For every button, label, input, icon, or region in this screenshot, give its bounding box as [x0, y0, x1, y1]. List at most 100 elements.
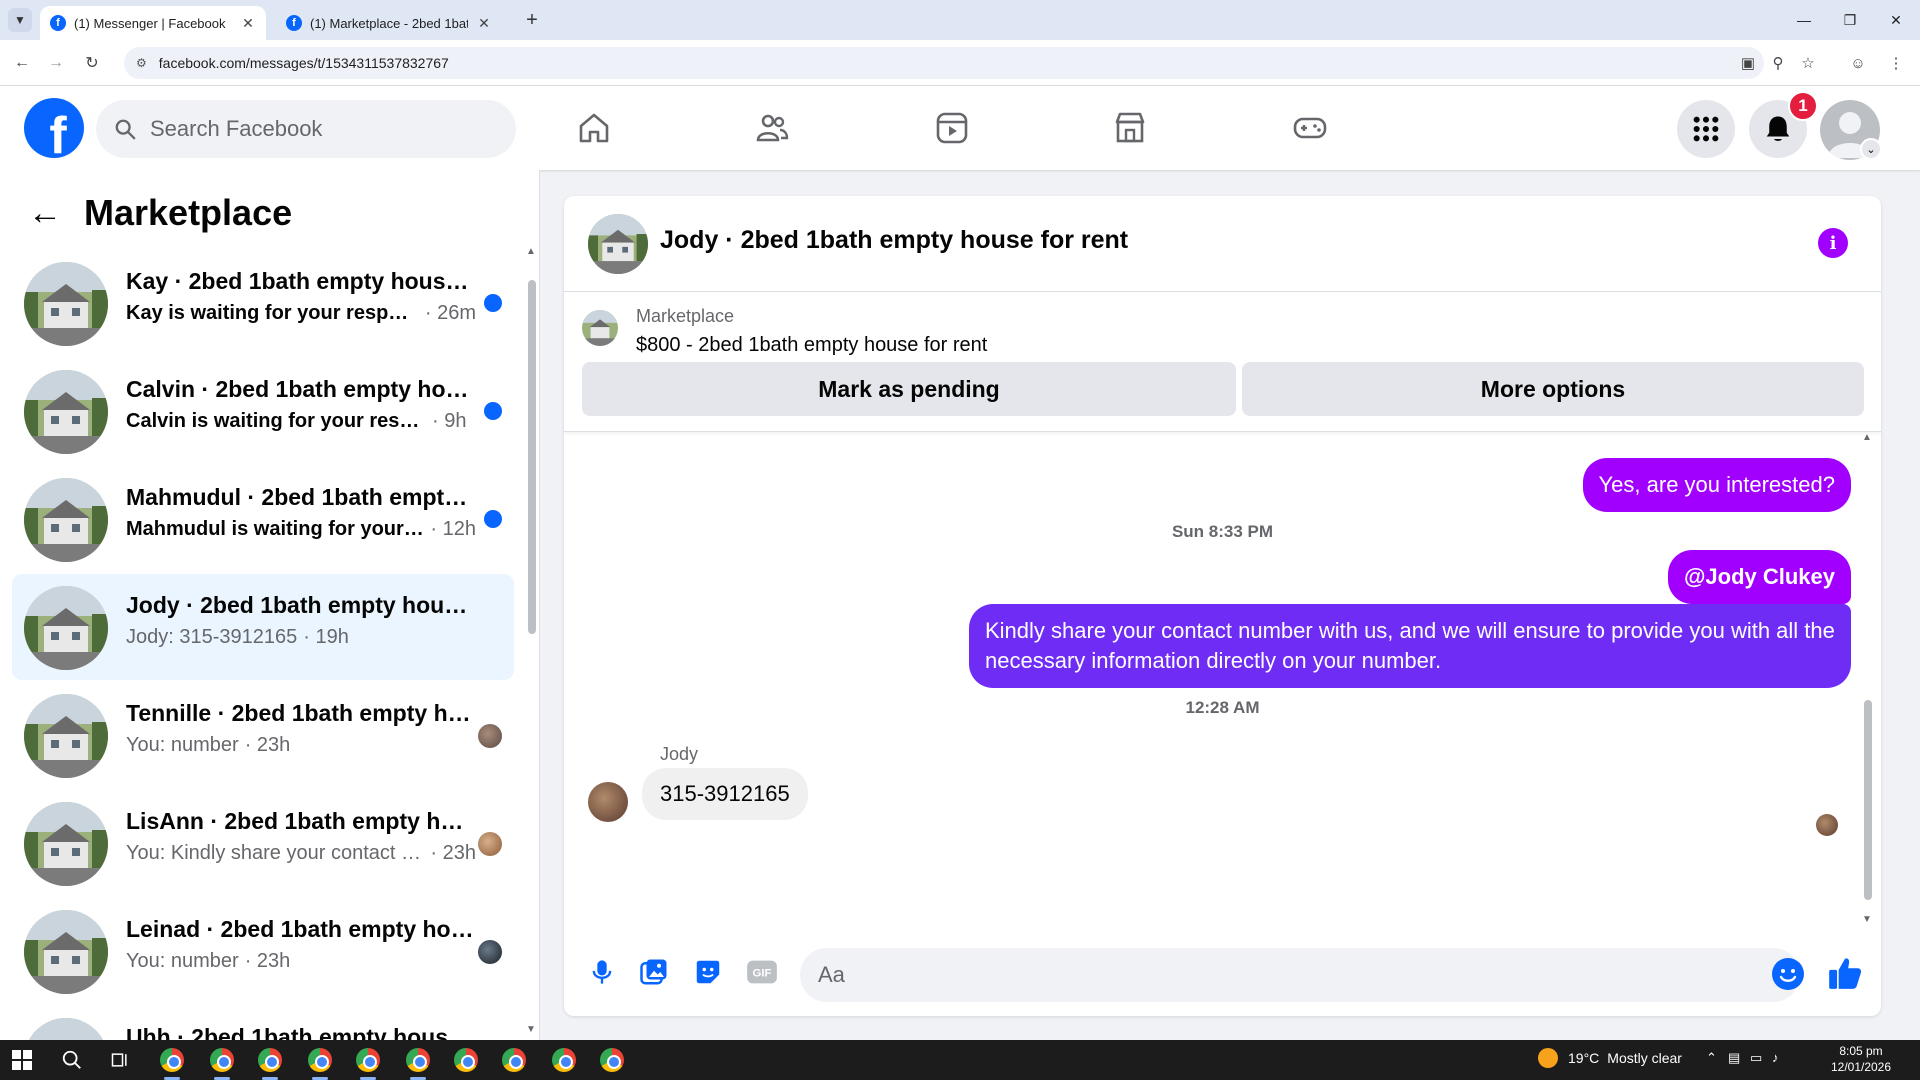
unread-dot-icon	[484, 294, 502, 312]
back-arrow-icon[interactable]: ←	[28, 194, 62, 233]
conversation-preview: Mahmudul is waiting for your response.	[126, 518, 424, 540]
message-input[interactable]: Aa	[800, 948, 1800, 1002]
search-placeholder: Search Facebook	[150, 116, 323, 141]
chrome-window-icon[interactable]	[598, 1046, 626, 1074]
chrome-window-icon[interactable]	[452, 1046, 480, 1074]
address-bar[interactable]: ⚙ facebook.com/messages/t/15343115378327…	[124, 47, 1764, 79]
chat-scrollbar[interactable]	[1864, 700, 1872, 900]
conversation-name: LisAnn · 2bed 1bath empty house for rent	[126, 808, 476, 834]
battery-icon[interactable]: ▭	[1750, 1050, 1762, 1066]
forward-arrow-icon[interactable]: →	[44, 51, 68, 75]
chrome-window-icon[interactable]	[404, 1046, 432, 1074]
scroll-up-arrow-icon[interactable]: ▲	[1862, 432, 1872, 443]
chrome-window-icon[interactable]	[256, 1046, 284, 1074]
tab-messenger[interactable]: f (1) Messenger | Facebook ✕	[40, 6, 266, 40]
marketplace-icon[interactable]	[1100, 100, 1160, 156]
conversation-item-calvin[interactable]: Calvin · 2bed 1bath empty house for rent…	[12, 358, 514, 464]
conversation-item-lisann[interactable]: LisAnn · 2bed 1bath empty house for rent…	[12, 790, 514, 896]
chrome-window-icon[interactable]	[354, 1046, 382, 1074]
conversation-item-leinad[interactable]: Leinad · 2bed 1bath empty house for rent…	[12, 898, 514, 1004]
message-thread: Yes, are you interested? Sun 8:33 PM @Jo…	[564, 432, 1881, 932]
chat-title[interactable]: Jody · 2bed 1bath empty house for rent	[660, 226, 1128, 255]
reload-icon[interactable]: ↻	[80, 51, 104, 75]
restore-window-button[interactable]: ❐	[1828, 6, 1872, 34]
close-tab-icon[interactable]: ✕	[240, 15, 256, 32]
conversation-item-mahmudul[interactable]: Mahmudul · 2bed 1bath empty house for re…	[12, 466, 514, 572]
incoming-message[interactable]: 315-3912165	[642, 768, 808, 820]
emoji-icon[interactable]	[1772, 958, 1804, 990]
conversation-time: · 9h	[432, 410, 467, 432]
zoom-icon[interactable]: ⚲	[1766, 51, 1790, 75]
volume-icon[interactable]: ♪	[1772, 1050, 1779, 1065]
system-clock[interactable]: 8:05 pm 12/01/2026	[1826, 1043, 1896, 1075]
photo-icon[interactable]	[636, 954, 672, 990]
browser-menu-icon[interactable]: ⋮	[1884, 51, 1908, 75]
outgoing-message[interactable]: Kindly share your contact number with us…	[969, 604, 1851, 688]
unread-dot-icon	[484, 510, 502, 528]
show-hidden-icons-chevron-icon[interactable]: ⌃	[1706, 1050, 1717, 1066]
chrome-window-icon[interactable]	[158, 1046, 186, 1074]
conversation-item-tennille[interactable]: Tennille · 2bed 1bath empty house for re…	[12, 682, 514, 788]
new-tab-button[interactable]: +	[520, 8, 544, 32]
sender-avatar[interactable]	[588, 782, 628, 822]
facebook-search-input[interactable]: Search Facebook	[96, 100, 516, 158]
gif-icon[interactable]: GIF	[744, 954, 780, 990]
install-app-icon[interactable]: ▣	[1736, 51, 1760, 75]
home-icon[interactable]	[564, 100, 624, 156]
search-icon[interactable]	[58, 1046, 86, 1074]
tab-marketplace[interactable]: f (1) Marketplace - 2bed 1bath em ✕	[276, 6, 502, 40]
minimize-window-button[interactable]: —	[1782, 6, 1826, 34]
sticker-icon[interactable]	[690, 954, 726, 990]
thumbs-up-icon[interactable]	[1826, 954, 1864, 992]
house-thumbnail[interactable]	[588, 214, 648, 274]
house-thumbnail	[24, 694, 108, 778]
weather-widget[interactable]: 19°C Mostly clear	[1538, 1048, 1682, 1068]
scroll-down-arrow-icon[interactable]: ▼	[1862, 914, 1872, 925]
mark-as-pending-button[interactable]: Mark as pending	[582, 362, 1236, 416]
bookmark-star-icon[interactable]: ☆	[1796, 51, 1820, 75]
close-tab-icon[interactable]: ✕	[476, 15, 492, 32]
outgoing-message[interactable]: Yes, are you interested?	[1582, 458, 1851, 512]
tab-search-button[interactable]: ▼	[8, 8, 32, 32]
conversation-name: Mahmudul · 2bed 1bath empty house for re…	[126, 484, 476, 510]
video-icon[interactable]	[922, 100, 982, 156]
close-window-button[interactable]: ✕	[1874, 6, 1918, 34]
conversation-item-kay[interactable]: Kay · 2bed 1bath empty house for rent Ka…	[12, 250, 514, 356]
chrome-window-icon[interactable]	[208, 1046, 236, 1074]
conversation-name: Jody · 2bed 1bath empty house for rent	[126, 592, 476, 618]
house-thumbnail	[24, 370, 108, 454]
clock-date: 12/01/2026	[1830, 1060, 1892, 1074]
listing-title[interactable]: $800 - 2bed 1bath empty house for rent	[636, 334, 987, 357]
info-icon[interactable]: i	[1818, 228, 1848, 258]
scroll-down-arrow-icon[interactable]: ▼	[526, 1024, 536, 1035]
sidebar-scrollbar[interactable]	[528, 280, 536, 634]
scroll-up-arrow-icon[interactable]: ▲	[526, 246, 536, 257]
menu-grid-icon[interactable]	[1677, 100, 1735, 158]
network-icon[interactable]: ▤	[1728, 1050, 1740, 1066]
facebook-logo-icon[interactable]: f	[24, 98, 84, 158]
conversation-item-jody[interactable]: Jody · 2bed 1bath empty house for rent J…	[12, 574, 514, 680]
conversation-preview: You: number	[126, 950, 239, 972]
conversation-item-uhh[interactable]: Uhh · 2bed 1bath empty house for rent	[12, 1006, 514, 1040]
back-arrow-icon[interactable]: ←	[10, 51, 34, 75]
chrome-window-icon[interactable]	[500, 1046, 528, 1074]
chrome-window-icon[interactable]	[550, 1046, 578, 1074]
more-options-button[interactable]: More options	[1242, 362, 1864, 416]
friends-icon[interactable]	[742, 100, 802, 156]
tab-title: (1) Messenger | Facebook	[74, 15, 226, 31]
site-info-icon[interactable]: ⚙	[136, 56, 147, 70]
seen-avatar	[478, 832, 502, 856]
conversation-name: Uhh · 2bed 1bath empty house for rent	[126, 1024, 476, 1040]
unread-dot-icon	[484, 402, 502, 420]
sidebar-title: Marketplace	[84, 192, 293, 233]
chrome-window-icon[interactable]	[306, 1046, 334, 1074]
windows-start-icon[interactable]	[12, 1050, 32, 1070]
message-input-placeholder: Aa	[818, 962, 845, 987]
profile-icon[interactable]: ☺	[1846, 51, 1870, 75]
gaming-icon[interactable]	[1280, 100, 1340, 156]
task-view-icon[interactable]	[106, 1046, 134, 1074]
browser-toolbar: ← → ↻ ⚙ facebook.com/messages/t/15343115…	[0, 40, 1920, 86]
chevron-down-icon[interactable]: ⌄	[1860, 138, 1882, 160]
outgoing-mention-message[interactable]: @Jody Clukey	[1667, 550, 1851, 604]
microphone-icon[interactable]	[584, 954, 620, 990]
